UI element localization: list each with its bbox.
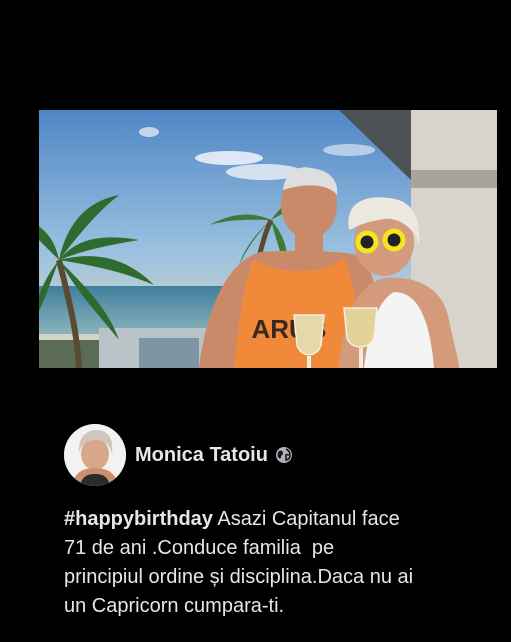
hashtag-link[interactable]: #happybirthday: [64, 508, 213, 530]
author-name[interactable]: Monica Tatoiu: [135, 444, 268, 467]
globe-icon: [275, 446, 293, 464]
post-author: Monica Tatoiu: [64, 424, 293, 486]
post-photo[interactable]: ARUB: [39, 110, 497, 368]
avatar[interactable]: [64, 424, 126, 486]
post-text: #happybirthday Asazi Capitanul face 71 d…: [64, 505, 484, 621]
